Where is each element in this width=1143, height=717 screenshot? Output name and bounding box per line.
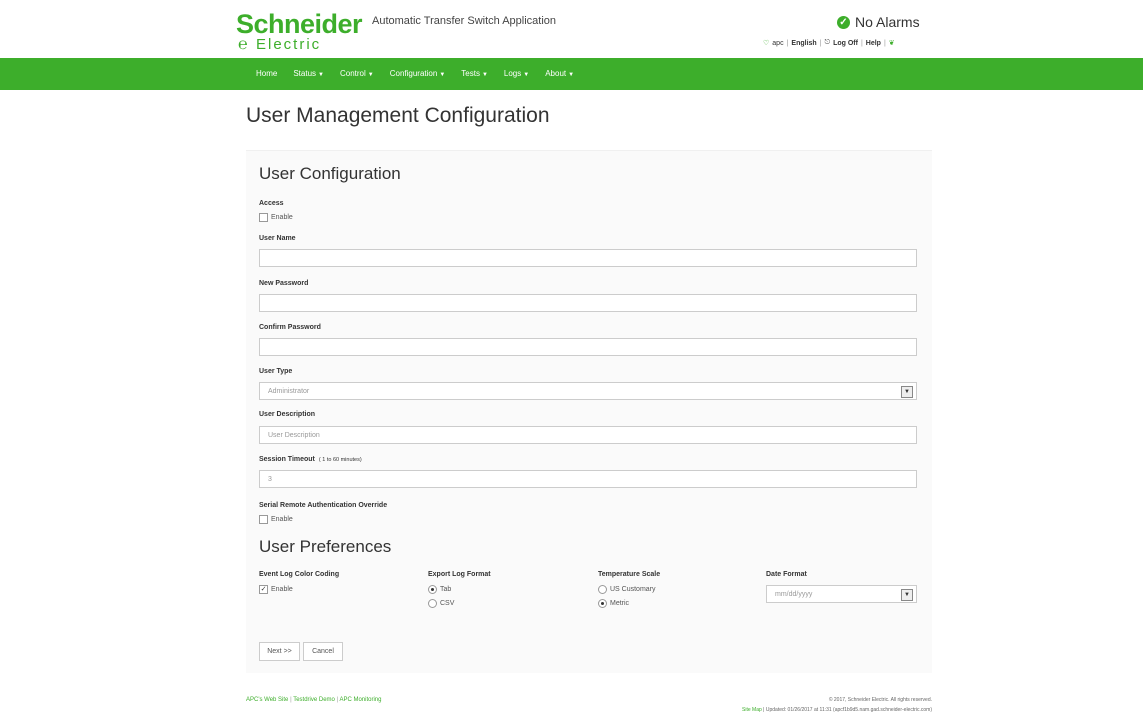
username-label: User Name (259, 235, 296, 242)
leaf-icon[interactable]: ❦ (889, 39, 895, 47)
main-navbar: Home Status ▼ Control ▼ Configuration ▼ Tests ▼ L… (0, 58, 1143, 90)
footer-links: APC's Web Site | Testdrive Demo | APC Mo… (246, 697, 382, 703)
confirm-password-input[interactable] (259, 338, 917, 356)
user-description-input[interactable]: User Description (259, 426, 917, 444)
nav-item-status[interactable]: Status ▼ (293, 69, 324, 78)
nav-item-logs[interactable]: Logs ▼ (504, 69, 529, 78)
page-title: User Management Configuration (246, 104, 550, 127)
logo-sub-text: ℮ Electric (238, 36, 322, 53)
user-icon: ♡ (763, 40, 770, 47)
check-circle-icon: ✓ (837, 15, 850, 29)
copyright-text: © 2017, Schneider Electric. All rights r… (828, 697, 932, 703)
temperature-scale-label: Temperature Scale (598, 571, 661, 578)
site-map-link[interactable]: Site Map (742, 707, 762, 713)
footer-link-testdrive[interactable]: Testdrive Demo (293, 697, 335, 703)
footer-updated: Site Map | Updated: 01/26/2017 at 11:31 … (742, 707, 932, 713)
language-link[interactable]: English (791, 40, 816, 47)
chevron-down-icon[interactable]: ▼ (901, 589, 913, 601)
chevron-down-icon[interactable]: ▼ (901, 386, 913, 398)
user-config-title: User Configuration (259, 164, 401, 183)
checkbox-box[interactable] (259, 515, 268, 524)
access-enable-checkbox[interactable]: Enable (259, 213, 293, 222)
caret-down-icon: ▼ (318, 72, 324, 78)
logoff-icon: ⎋ (824, 39, 831, 46)
caret-down-icon: ▼ (481, 72, 488, 78)
date-format-label: Date Format (766, 571, 807, 578)
user-prefs-title: User Preferences (259, 537, 392, 556)
checkbox-checked[interactable]: ✓ (259, 585, 268, 594)
username-input[interactable] (259, 249, 917, 267)
temp-metric-radio[interactable]: Metric (598, 599, 629, 608)
logo-main-text: Schneider (236, 9, 363, 39)
session-timeout-label: Session Timeout( 1 to 60 minutes) (259, 456, 362, 463)
user-type-label: User Type (259, 368, 293, 375)
export-csv-radio[interactable]: CSV (428, 599, 454, 608)
caret-down-icon: ▼ (523, 72, 530, 78)
nav-item-configuration[interactable]: Configuration ▼ (390, 69, 446, 78)
caret-down-icon: ▼ (439, 72, 446, 78)
export-format-label: Export Log Format (428, 571, 491, 578)
new-password-label: New Password (259, 280, 309, 287)
nav-item-about[interactable]: About ▼ (545, 69, 574, 78)
confirm-password-label: Confirm Password (259, 324, 321, 331)
help-link[interactable]: Help (866, 40, 881, 47)
event-log-checkbox[interactable]: ✓ Enable (259, 585, 293, 594)
user-link[interactable]: apc (772, 40, 783, 47)
new-password-input[interactable] (259, 294, 917, 312)
session-timeout-input[interactable]: 3 (259, 470, 917, 488)
alarm-text: No Alarms (855, 14, 920, 30)
serial-override-label: Serial Remote Authentication Override (259, 502, 388, 509)
caret-down-icon: ▼ (568, 72, 575, 78)
electric-e-icon: ℮ (238, 36, 248, 53)
session-timeout-hint: ( 1 to 60 minutes) (318, 457, 362, 463)
temp-us-radio[interactable]: US Customary (598, 585, 656, 594)
nav-item-home[interactable]: Home (256, 69, 277, 78)
caret-down-icon: ▼ (367, 72, 374, 78)
export-tab-radio[interactable]: Tab (428, 585, 451, 594)
updated-text: Updated: 01/26/2017 at 11:31 (apcf1b9d5.… (765, 707, 932, 713)
user-description-label: User Description (259, 411, 316, 418)
next-button[interactable]: Next >> (259, 642, 300, 661)
serial-override-checkbox[interactable]: Enable (259, 515, 293, 524)
schneider-logo: Schneider ℮ Electric (236, 9, 363, 53)
top-links: ♡ apc | English | ⎋ Log Off | Help | ❦ (763, 39, 895, 47)
footer-link-monitoring[interactable]: APC Monitoring (339, 697, 381, 703)
cancel-button[interactable]: Cancel (303, 642, 343, 661)
nav-item-control[interactable]: Control ▼ (340, 69, 374, 78)
nav-menu: Home Status ▼ Control ▼ Configuration ▼ Tests ▼ L… (256, 69, 590, 78)
footer-link-apc[interactable]: APC's Web Site (246, 697, 288, 703)
event-log-label: Event Log Color Coding (259, 571, 340, 578)
nav-item-tests[interactable]: Tests ▼ (461, 69, 488, 78)
date-format-select[interactable]: mm/dd/yyyy ▼ (766, 585, 917, 603)
checkbox-box[interactable] (259, 213, 268, 222)
app-title: Automatic Transfer Switch Application (372, 15, 557, 27)
alarm-status[interactable]: ✓ No Alarms (837, 14, 920, 30)
access-label: Access (259, 200, 284, 207)
logoff-link[interactable]: Log Off (833, 40, 858, 47)
user-type-select[interactable]: Administrator ▼ (259, 382, 917, 400)
